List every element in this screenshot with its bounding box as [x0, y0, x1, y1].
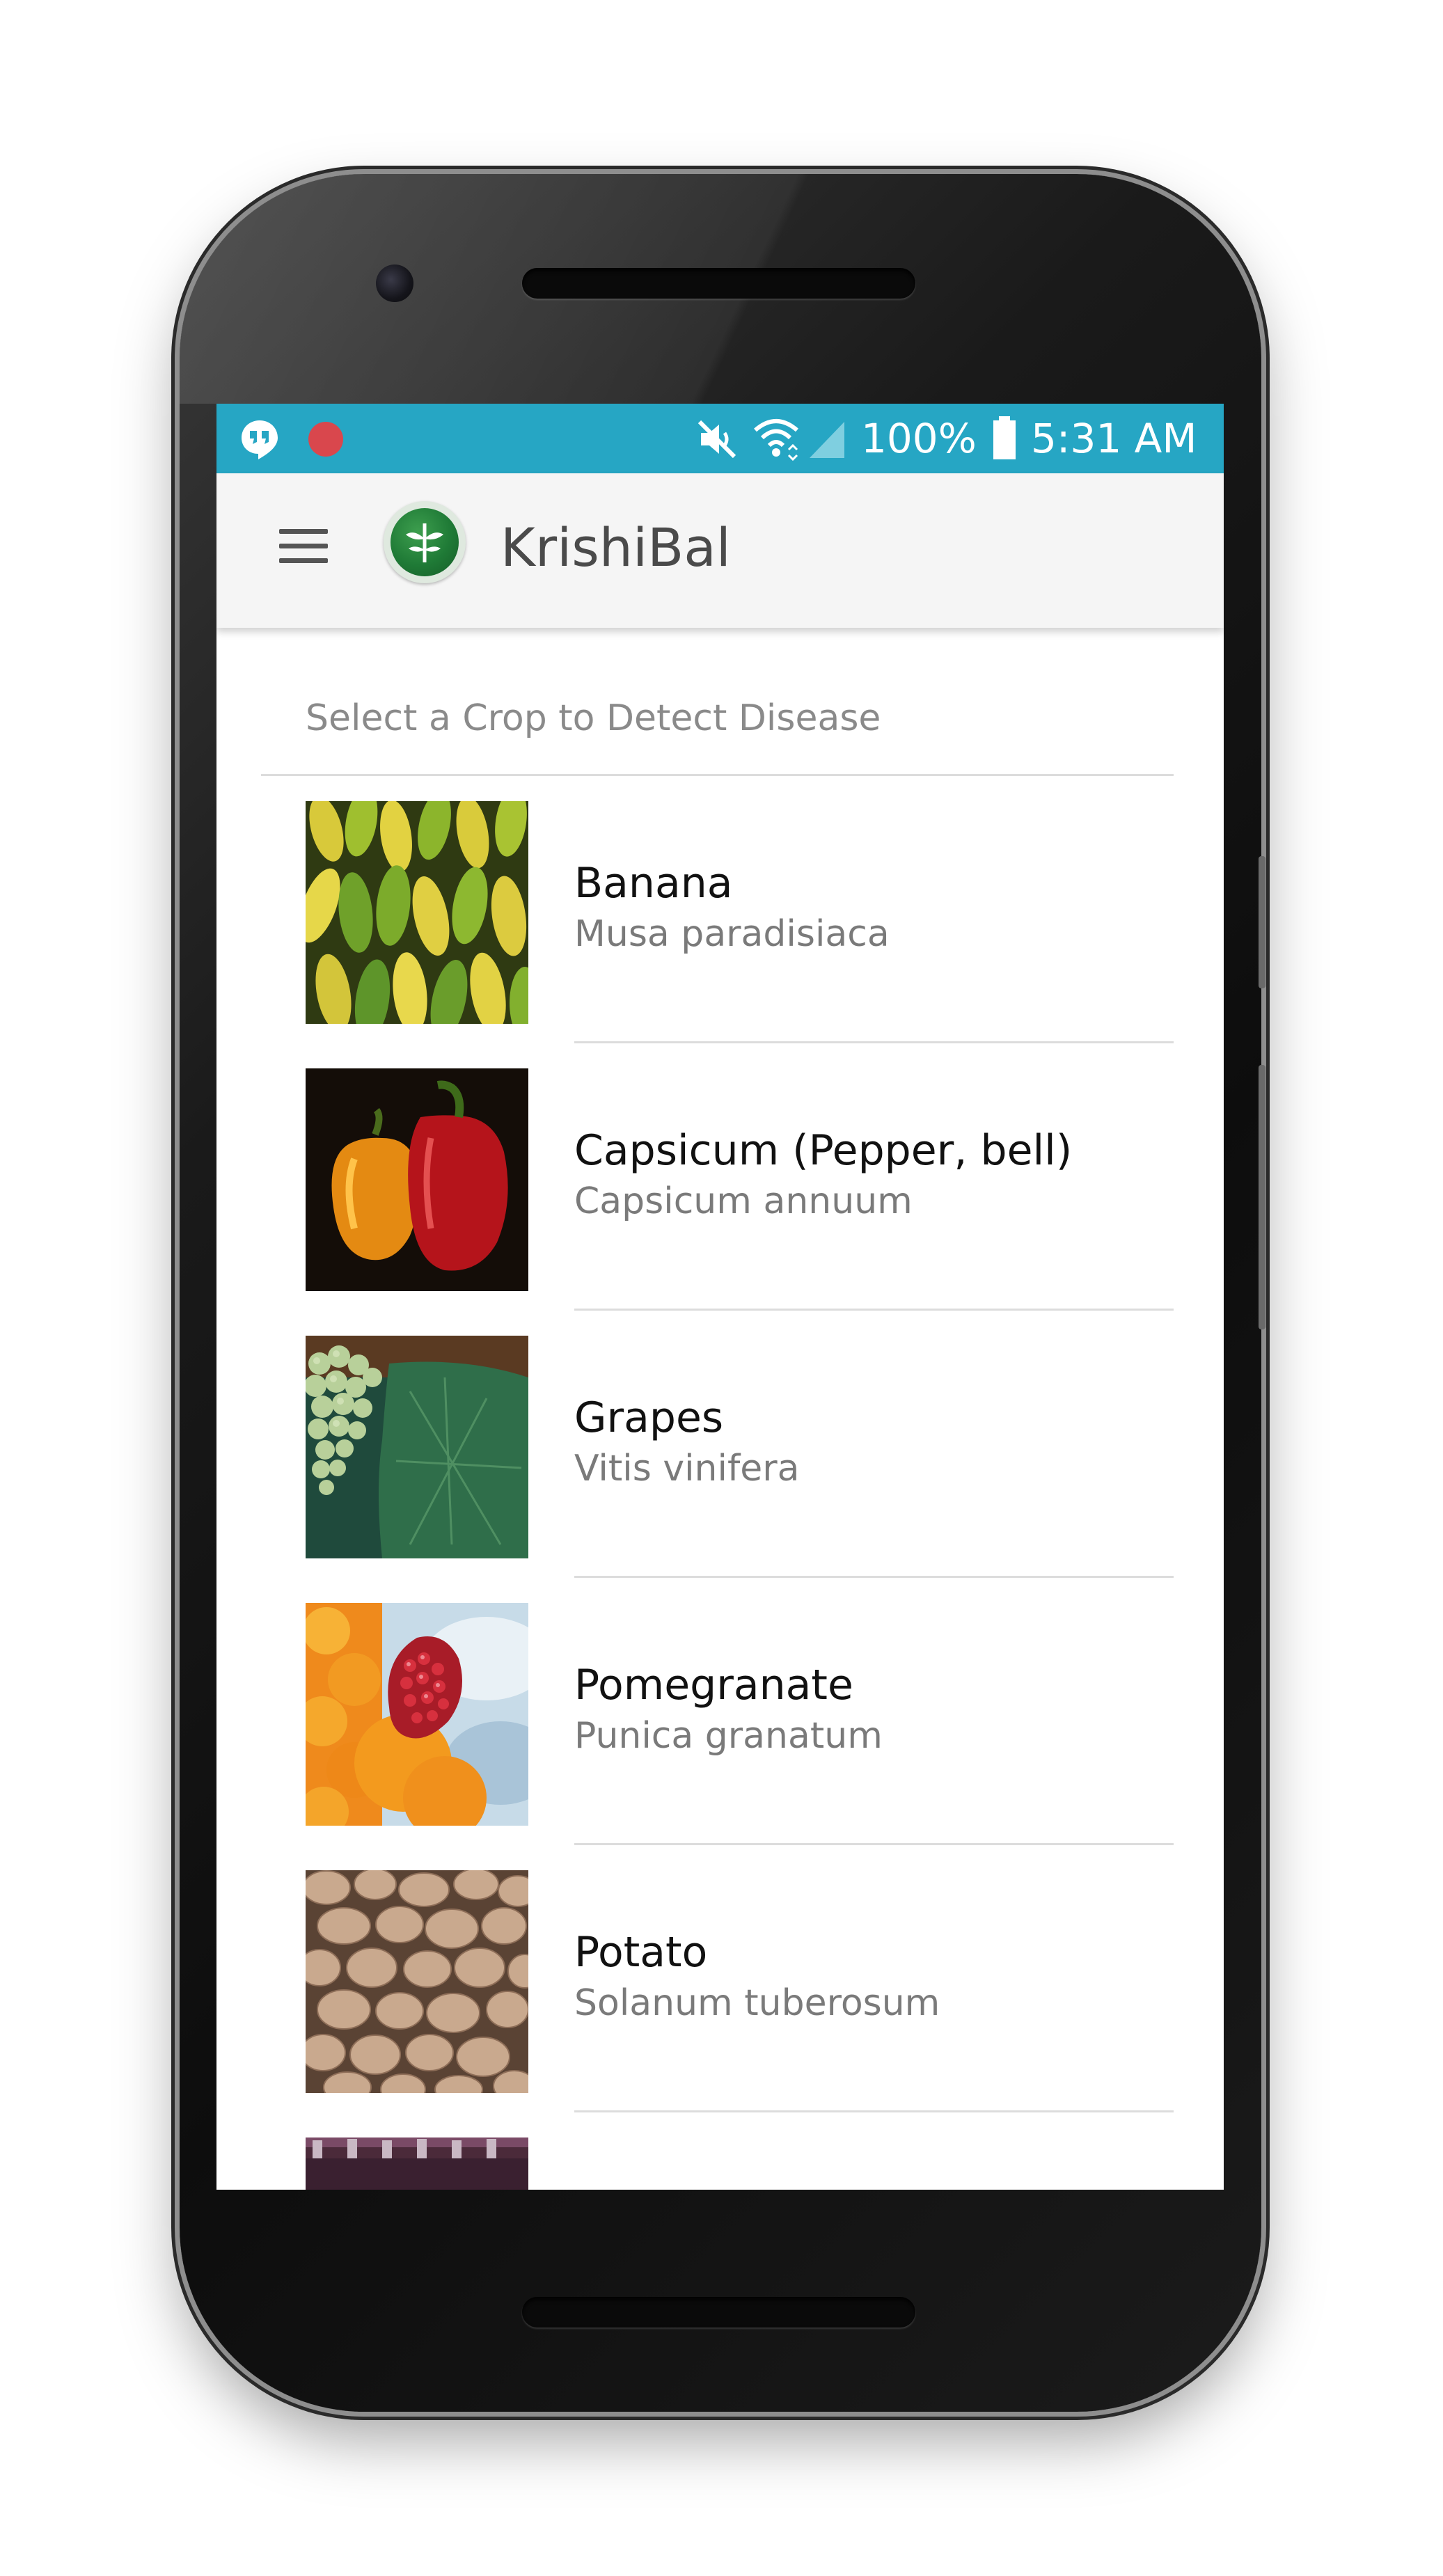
- wifi-icon: [754, 419, 798, 461]
- app-bar: KrishiBal: [216, 473, 1224, 628]
- crop-item-banana[interactable]: Banana Musa paradisiaca: [216, 776, 1224, 1043]
- potato-image: [306, 1870, 528, 2093]
- crop-scientific-name: Punica granatum: [574, 1715, 883, 1757]
- plant-logo-icon: [384, 501, 466, 583]
- crop-list-header: Select a Crop to Detect Disease: [306, 697, 881, 739]
- crop-scientific-name: Musa paradisiaca: [574, 913, 890, 955]
- crop-scientific-name: Vitis vinifera: [574, 1448, 800, 1490]
- crop-name: Capsicum (Pepper, bell): [574, 1126, 1073, 1175]
- crop-image-partial: [306, 2138, 528, 2190]
- signal-icon: [810, 422, 844, 458]
- record-icon: [308, 422, 343, 457]
- mute-icon: [697, 420, 736, 459]
- crop-name: Potato: [574, 1928, 708, 1977]
- banana-image: [306, 801, 528, 1024]
- top-speaker: [522, 268, 915, 299]
- crop-item-potato[interactable]: Potato Solanum tuberosum: [216, 1845, 1224, 2112]
- grapes-image: [306, 1336, 528, 1558]
- hangouts-icon: [242, 420, 278, 459]
- crop-item-partial[interactable]: [216, 2112, 1224, 2190]
- crop-item-pomegranate[interactable]: Pomegranate Punica granatum: [216, 1578, 1224, 1845]
- status-bar: 100% 5:31 AM: [216, 404, 1224, 473]
- battery-percent: 100%: [861, 415, 977, 462]
- front-camera: [376, 264, 413, 302]
- pomegranate-image: [306, 1603, 528, 1826]
- bottom-speaker: [522, 2297, 915, 2328]
- crop-name: Pomegranate: [574, 1661, 853, 1709]
- volume-button: [1259, 1065, 1265, 1329]
- app-title: KrishiBal: [500, 516, 731, 578]
- crop-item-capsicum[interactable]: Capsicum (Pepper, bell) Capsicum annuum: [216, 1043, 1224, 1311]
- battery-icon: [993, 416, 1016, 459]
- crop-name: Grapes: [574, 1393, 724, 1442]
- hamburger-menu-icon[interactable]: [276, 519, 331, 574]
- power-button: [1259, 856, 1265, 988]
- crop-scientific-name: Capsicum annuum: [574, 1180, 913, 1222]
- crop-name: Banana: [574, 859, 733, 908]
- crop-scientific-name: Solanum tuberosum: [574, 1982, 940, 2024]
- crop-item-grapes[interactable]: Grapes Vitis vinifera: [216, 1311, 1224, 1578]
- phone-screen: 100% 5:31 AM KrishiBal Select a Crop to …: [216, 404, 1224, 2190]
- status-time: 5:31 AM: [1031, 415, 1197, 462]
- bell-pepper-image: [306, 1068, 528, 1291]
